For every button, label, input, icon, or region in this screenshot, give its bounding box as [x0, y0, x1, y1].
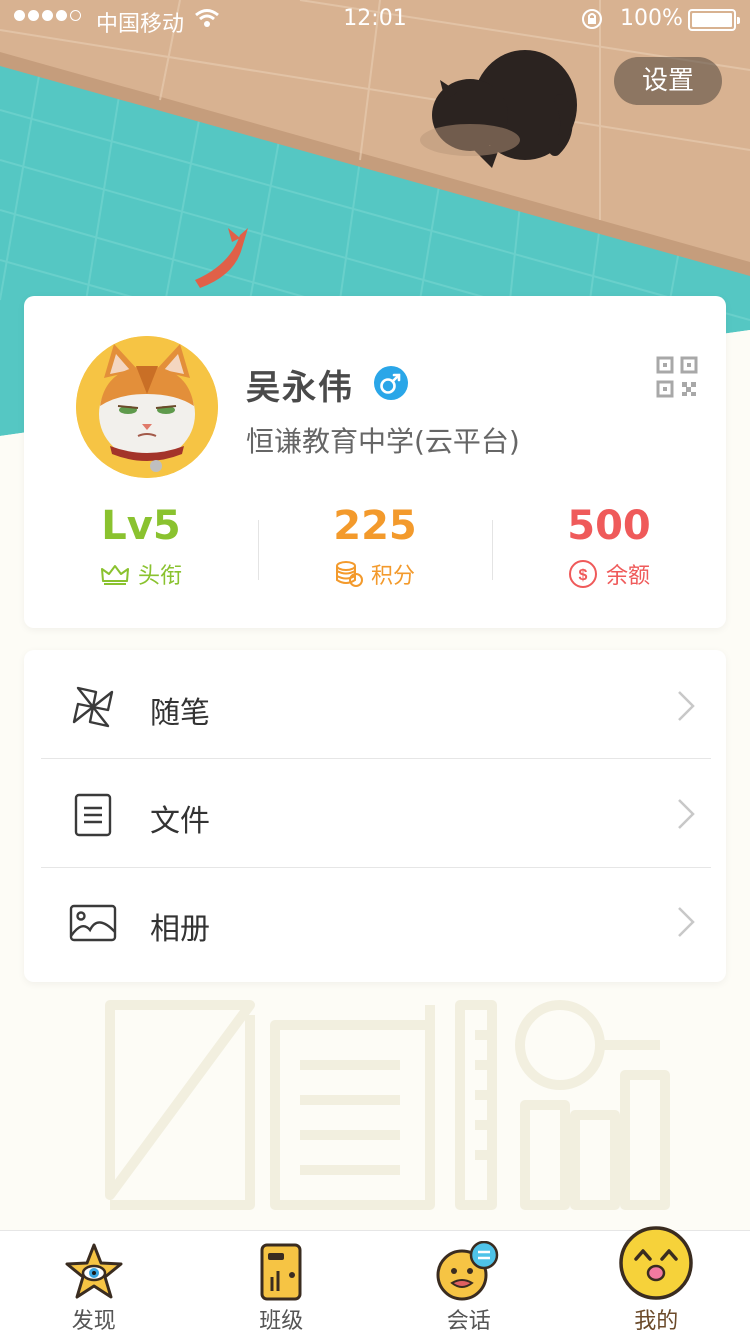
crown-icon [100, 565, 129, 585]
tab-label: 发现 [71, 1309, 116, 1334]
balance-value: 500 [567, 503, 651, 549]
tab-bar: 发现 班级 会话 我的 [0, 1226, 750, 1334]
menu-item-label: 相册 [150, 912, 210, 947]
photo-icon [69, 904, 117, 942]
points-value: 225 [333, 503, 417, 549]
battery-icon [688, 9, 740, 31]
tab-mine[interactable]: 我的 [563, 1226, 750, 1334]
menu-item-album[interactable]: 相册 [24, 868, 726, 976]
stat-level[interactable]: Lv5 头衔 [24, 502, 258, 602]
svg-text:$: $ [579, 567, 588, 584]
door-icon [260, 1243, 302, 1301]
settings-button[interactable]: 设置 [614, 57, 722, 105]
menu-item-notes[interactable]: 随笔 [24, 652, 726, 760]
menu-card: 随笔 文件 相册 [24, 650, 726, 982]
school-name: 恒谦教育中学(云平台) [246, 425, 520, 458]
status-bar: 中国移动 12:01 100% [0, 0, 750, 40]
stats-row: Lv5 头衔 225 积分 500 $ 余额 [24, 502, 726, 602]
dollar-icon: $ [568, 560, 597, 588]
level-value: Lv5 [101, 503, 181, 549]
cat-avatar-image [76, 336, 218, 478]
document-icon [74, 793, 112, 837]
chat-face-icon [436, 1241, 498, 1301]
chevron-right-icon [678, 799, 695, 829]
menu-item-files[interactable]: 文件 [24, 760, 726, 868]
tab-label: 会话 [446, 1309, 491, 1334]
battery-percent: 100% [620, 6, 683, 31]
points-label: 积分 [370, 564, 415, 589]
menu-item-label: 随笔 [150, 696, 210, 731]
menu-item-label: 文件 [150, 804, 210, 839]
pinwheel-icon [72, 686, 114, 728]
chevron-right-icon [678, 691, 695, 721]
star-eye-icon [65, 1243, 123, 1299]
tab-class[interactable]: 班级 [188, 1231, 376, 1334]
coins-icon [335, 561, 363, 587]
qr-code-icon[interactable] [656, 356, 698, 398]
balance-label: 余额 [605, 564, 650, 589]
tab-chat[interactable]: 会话 [375, 1231, 563, 1334]
tab-label: 班级 [259, 1309, 304, 1334]
happy-face-icon [619, 1226, 693, 1300]
rotation-lock-icon [582, 9, 602, 29]
male-icon [374, 366, 408, 400]
stat-balance[interactable]: 500 $ 余额 [492, 502, 726, 602]
divider [41, 758, 711, 759]
stationery-background-art [105, 1000, 670, 1210]
chevron-right-icon [678, 907, 695, 937]
tab-discover[interactable]: 发现 [0, 1231, 188, 1334]
level-label: 头衔 [137, 564, 182, 589]
user-name: 吴永伟 [246, 368, 354, 408]
avatar[interactable] [76, 336, 218, 478]
stat-points[interactable]: 225 积分 [258, 502, 492, 602]
tab-label: 我的 [634, 1309, 679, 1334]
profile-card: 吴永伟 恒谦教育中学(云平台) Lv5 头衔 225 积分 500 $ 余额 [24, 296, 726, 628]
